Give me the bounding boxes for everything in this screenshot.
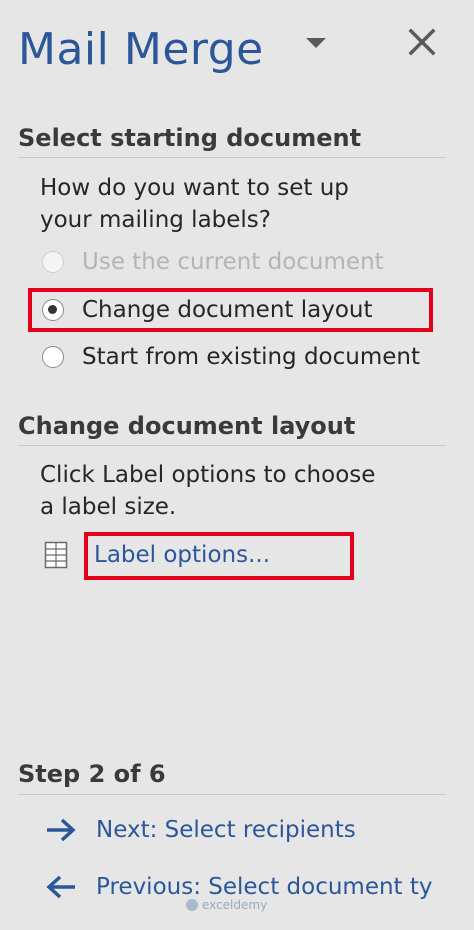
watermark-text: exceldemy	[202, 898, 268, 912]
radio-start-from-existing-document[interactable]: Start from existing document	[42, 340, 420, 374]
close-icon[interactable]	[404, 24, 440, 60]
section-heading-select-starting-document: Select starting document	[18, 124, 362, 152]
instruction-text-line2: a label size.	[40, 494, 177, 520]
section-divider	[18, 794, 446, 795]
section-heading-change-document-layout: Change document layout	[18, 412, 356, 440]
question-text-line2: your mailing labels?	[40, 207, 271, 233]
watermark-logo: exceldemy	[186, 898, 267, 912]
pane-title: Mail Merge	[18, 24, 264, 75]
previous-step-label[interactable]: Previous: Select document ty	[96, 874, 433, 900]
next-step-link[interactable]: Next: Select recipients	[44, 812, 356, 848]
watermark-icon	[186, 899, 198, 911]
instruction-text-line1: Click Label options to choose	[40, 462, 376, 488]
document-table-icon	[44, 541, 68, 569]
step-indicator: Step 2 of 6	[18, 760, 166, 788]
section-divider	[18, 157, 446, 158]
radio-button	[42, 251, 64, 273]
highlight-box	[28, 288, 433, 332]
chevron-down-icon[interactable]	[306, 38, 326, 48]
mail-merge-pane: Mail Merge Select starting document How …	[0, 0, 474, 930]
highlight-box	[84, 532, 354, 580]
next-step-label[interactable]: Next: Select recipients	[96, 817, 356, 843]
section-divider	[18, 445, 446, 446]
radio-use-current-document: Use the current document	[42, 245, 384, 279]
radio-button[interactable]	[42, 346, 64, 368]
arrow-right-icon	[47, 818, 76, 842]
question-text-line1: How do you want to set up	[40, 175, 349, 201]
radio-label: Start from existing document	[82, 344, 421, 370]
arrow-left-icon	[46, 875, 75, 899]
radio-label: Use the current document	[82, 249, 384, 275]
